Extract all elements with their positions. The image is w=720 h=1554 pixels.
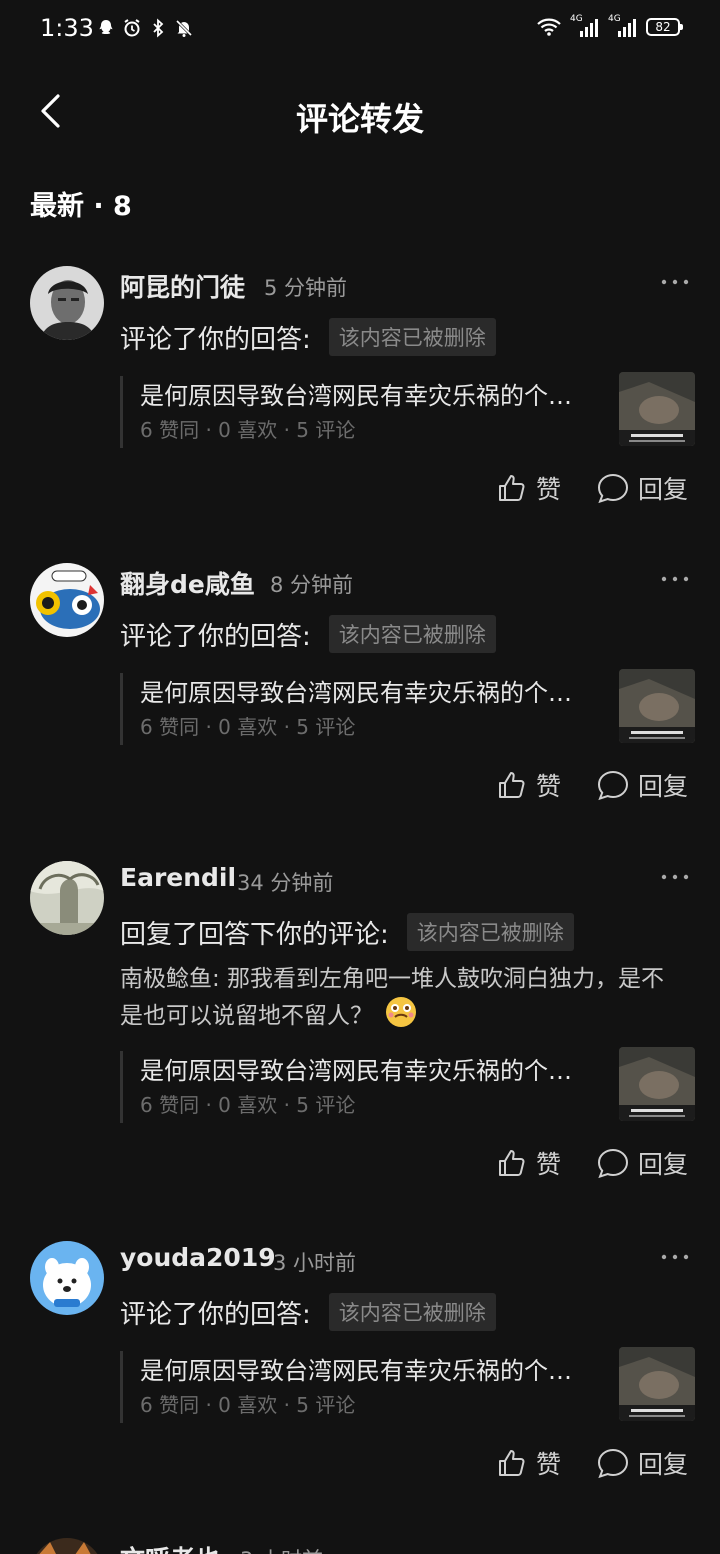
- quoted-answer[interactable]: 是何原因导致台湾网民有幸灾乐祸的个… 6 赞同 · 0 喜欢 · 5 评论: [120, 1047, 695, 1123]
- quoted-answer[interactable]: 是何原因导致台湾网民有幸灾乐祸的个… 6 赞同 · 0 喜欢 · 5 评论: [120, 669, 695, 745]
- quote-thumbnail: [619, 1047, 695, 1121]
- status-time: 1:33: [40, 14, 94, 42]
- quote-thumbnail: [619, 372, 695, 446]
- quote-stats: 6 赞同 · 0 喜欢 · 5 评论: [140, 1093, 356, 1117]
- reply-button[interactable]: 回复: [596, 470, 688, 506]
- more-dots-icon: [661, 874, 689, 880]
- reply-label: 回复: [638, 1450, 689, 1479]
- comment-bubble-icon: [597, 473, 629, 504]
- deleted-badge: 该内容已被删除: [406, 913, 574, 951]
- quote-thumbnail: [619, 669, 695, 743]
- avatar[interactable]: [30, 861, 104, 935]
- action-line: 评论了你的回答: 该内容已被删除: [120, 318, 496, 356]
- action-line: 回复了回答下你的评论: 该内容已被删除: [120, 913, 574, 951]
- more-dots-icon: [661, 1254, 689, 1260]
- thumbs-up-icon: [499, 772, 525, 798]
- alarm-icon: [122, 18, 142, 38]
- reply-button[interactable]: 回复: [596, 1145, 688, 1181]
- action-text: 评论了你的回答:: [120, 324, 311, 355]
- wifi-icon: [537, 18, 561, 36]
- emoji-icon: [384, 995, 418, 1038]
- reply-label: 回复: [638, 772, 689, 801]
- quote-title: 是何原因导致台湾网民有幸灾乐祸的个…: [140, 1057, 572, 1085]
- quote-title: 是何原因导致台湾网民有幸灾乐祸的个…: [140, 679, 572, 707]
- more-options-button[interactable]: [660, 569, 690, 589]
- reply-button[interactable]: 回复: [596, 767, 688, 803]
- user-name[interactable]: youda2019: [120, 1243, 276, 1272]
- avatar[interactable]: [30, 266, 104, 340]
- like-button[interactable]: 赞: [496, 470, 561, 506]
- thumbs-up-icon: [499, 475, 525, 501]
- reply-button[interactable]: 回复: [596, 1445, 688, 1481]
- qq-notification-icon: [96, 18, 116, 38]
- action-text: 评论了你的回答:: [120, 1299, 311, 1330]
- timestamp: 34 分钟前: [237, 871, 334, 895]
- mute-bell-icon: [174, 18, 194, 38]
- quote-title: 是何原因导致台湾网民有幸灾乐祸的个…: [140, 382, 572, 410]
- timestamp: 3 小时前: [240, 1544, 323, 1554]
- quote-stats: 6 赞同 · 0 喜欢 · 5 评论: [140, 418, 356, 442]
- comment-bubble-icon: [597, 1148, 629, 1179]
- reply-label: 回复: [638, 1150, 689, 1179]
- notification-item: Earendil 34 分钟前 回复了回答下你的评论: 该内容已被删除 南极鲶鱼…: [0, 861, 720, 1191]
- avatar[interactable]: [30, 1538, 104, 1554]
- comment-bubble-icon: [597, 770, 629, 801]
- notification-item: 翻身de咸鱼 8 分钟前 评论了你的回答: 该内容已被删除 是何原因导致台湾网民…: [0, 563, 720, 813]
- deleted-badge: 该内容已被删除: [328, 1293, 496, 1331]
- battery-icon: 82: [646, 18, 683, 36]
- avatar[interactable]: [30, 1241, 104, 1315]
- user-name[interactable]: 翻身de咸鱼: [120, 565, 255, 601]
- quote-title: 是何原因导致台湾网民有幸灾乐祸的个…: [140, 1357, 572, 1385]
- like-label: 赞: [536, 1450, 562, 1479]
- comment-bubble-icon: [597, 1448, 629, 1479]
- signal-2: 4G: [608, 14, 638, 38]
- quote-stats: 6 赞同 · 0 喜欢 · 5 评论: [140, 715, 356, 739]
- reply-label: 回复: [638, 475, 689, 504]
- header: 评论转发: [0, 70, 720, 150]
- section-latest-count: 最新 · 8: [30, 191, 132, 222]
- user-name[interactable]: Earendil: [120, 863, 236, 892]
- action-line: 评论了你的回答: 该内容已被删除: [120, 1293, 496, 1331]
- deleted-badge: 该内容已被删除: [328, 318, 496, 356]
- like-label: 赞: [536, 772, 562, 801]
- more-options-button[interactable]: [660, 272, 690, 292]
- notification-item: youda2019 3 小时前 评论了你的回答: 该内容已被删除 是何原因导致台…: [0, 1241, 720, 1491]
- timestamp: 8 分钟前: [270, 573, 354, 597]
- like-button[interactable]: 赞: [496, 767, 561, 803]
- like-label: 赞: [536, 475, 562, 504]
- more-dots-icon: [661, 279, 689, 285]
- more-options-button[interactable]: [660, 867, 690, 887]
- status-right: 4G 4G 82: [536, 14, 683, 38]
- thumbs-up-icon: [499, 1450, 525, 1476]
- user-name[interactable]: 阿昆的门徒: [120, 268, 245, 304]
- reply-text: 南极鲶鱼: 那我看到左角吧一堆人鼓吹洞白独力，是不是也可以说留地不留人？: [120, 963, 680, 1038]
- page-title: 评论转发: [295, 100, 424, 138]
- timestamp: 5 分钟前: [264, 276, 348, 300]
- quoted-answer[interactable]: 是何原因导致台湾网民有幸灾乐祸的个… 6 赞同 · 0 喜欢 · 5 评论: [120, 1347, 695, 1423]
- user-name[interactable]: 文呼者也: [120, 1540, 220, 1554]
- quote-thumbnail: [619, 1347, 695, 1421]
- status-icons: [96, 18, 194, 38]
- notification-item: 阿昆的门徒 5 分钟前 评论了你的回答: 该内容已被删除 是何原因导致台湾网民有…: [0, 266, 720, 516]
- timestamp: 3 小时前: [273, 1251, 357, 1275]
- action-text: 评论了你的回答:: [120, 621, 311, 652]
- quote-stats: 6 赞同 · 0 喜欢 · 5 评论: [140, 1393, 356, 1417]
- avatar[interactable]: [30, 563, 104, 637]
- quoted-answer[interactable]: 是何原因导致台湾网民有幸灾乐祸的个… 6 赞同 · 0 喜欢 · 5 评论: [120, 372, 695, 448]
- more-dots-icon: [661, 576, 689, 582]
- action-line: 评论了你的回答: 该内容已被删除: [120, 615, 496, 653]
- bluetooth-icon: [148, 18, 168, 38]
- notification-item: 文呼者也 3 小时前: [0, 1538, 720, 1554]
- thumbs-up-icon: [499, 1150, 525, 1176]
- like-button[interactable]: 赞: [496, 1445, 561, 1481]
- action-text: 回复了回答下你的评论:: [120, 919, 389, 950]
- status-bar: 1:33 4G 4G 82: [0, 0, 720, 60]
- more-options-button[interactable]: [660, 1247, 690, 1267]
- signal-1: 4G: [570, 14, 600, 38]
- like-label: 赞: [536, 1150, 562, 1179]
- like-button[interactable]: 赞: [496, 1145, 561, 1181]
- deleted-badge: 该内容已被删除: [328, 615, 496, 653]
